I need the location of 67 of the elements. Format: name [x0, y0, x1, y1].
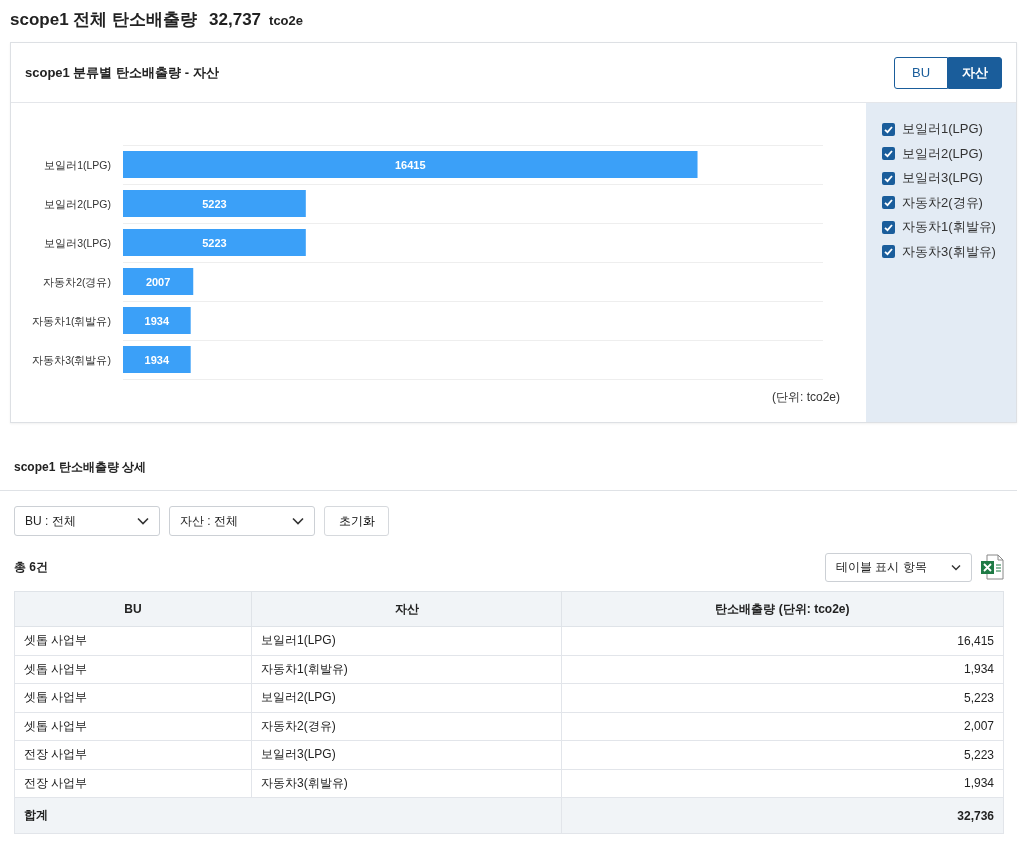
category-label: 자동차3(휘발유) [32, 353, 111, 366]
chart-title: scope1 분류별 탄소배출량 - 자산 [25, 63, 219, 82]
table-cell: 보일러2(LPG) [251, 683, 562, 712]
bar-value-label: 5223 [202, 197, 227, 210]
table-cell: 자동차3(휘발유) [251, 769, 562, 798]
unit-note: (단위: tco2e) [772, 389, 840, 406]
column-header: 탄소배출량 (단위: tco2e) [561, 591, 1004, 627]
table-cell: 16,415 [561, 626, 1004, 655]
bar-value-label: 5223 [202, 236, 227, 249]
table-cell: 5,223 [561, 740, 1004, 769]
bar-value-label: 1934 [144, 314, 170, 327]
bar-value-label: 2007 [145, 275, 171, 288]
table-cell: 보일러3(LPG) [251, 740, 562, 769]
column-header: BU [14, 591, 252, 627]
page-title: scope1 전체 탄소배출량 [10, 9, 198, 31]
table-cell: 셋톱 사업부 [14, 626, 252, 655]
legend-label[interactable]: 보일러2(LPG) [902, 144, 983, 163]
total-label: 합계 [14, 797, 562, 834]
checkbox[interactable] [882, 245, 895, 259]
result-count: 총 6건 [14, 558, 48, 576]
category-label: 보일러3(LPG) [44, 236, 111, 249]
category-label: 보일러1(LPG) [44, 158, 111, 171]
table-cell: 5,223 [561, 683, 1004, 712]
checkbox[interactable] [882, 196, 895, 210]
section-title: scope1 탄소배출량 상세 [0, 423, 1017, 491]
filter-dropdown[interactable]: BU : 전체 [14, 506, 160, 536]
bar-value-label: 16415 [394, 158, 426, 171]
category-label: 자동차1(휘발유) [32, 314, 111, 327]
toggle-button[interactable]: BU [894, 56, 948, 89]
table-cell: 셋톱 사업부 [14, 712, 252, 741]
legend-label[interactable]: 자동차3(휘발유) [902, 242, 996, 261]
filter-dropdown[interactable]: 자산 : 전체 [169, 506, 315, 536]
bar-value-label: 1934 [144, 353, 170, 366]
reset-button[interactable]: 초기화 [324, 506, 389, 536]
legend-label[interactable]: 자동차2(경유) [902, 193, 983, 212]
category-label: 자동차2(경유) [43, 275, 111, 288]
table-cell: 1,934 [561, 655, 1004, 684]
table-cell: 셋톱 사업부 [14, 655, 252, 684]
table-cell: 자동차2(경유) [251, 712, 562, 741]
chevron-down-icon [292, 517, 304, 525]
category-label: 보일러2(LPG) [44, 197, 111, 210]
column-header: 자산 [251, 591, 562, 627]
legend-label[interactable]: 보일러3(LPG) [902, 169, 983, 188]
chevron-down-icon [951, 563, 961, 571]
total-cell: 32,736 [561, 797, 1004, 834]
total-unit: tco2e [269, 13, 303, 28]
table-cell: 2,007 [561, 712, 1004, 741]
bar [123, 307, 191, 334]
legend-label[interactable]: 보일러1(LPG) [902, 120, 983, 139]
bar [123, 268, 194, 295]
checkbox[interactable] [882, 171, 895, 185]
table-cell: 자동차1(휘발유) [251, 655, 562, 684]
table-cell: 전장 사업부 [14, 769, 252, 798]
table-cell: 1,934 [561, 769, 1004, 798]
table-cell: 전장 사업부 [14, 740, 252, 769]
total-value: 32,737 [209, 10, 262, 30]
checkbox[interactable] [882, 147, 895, 161]
table-cell: 보일러1(LPG) [251, 626, 562, 655]
table-cell: 셋톱 사업부 [14, 683, 252, 712]
excel-download-icon[interactable] [980, 554, 1004, 580]
bar [123, 346, 191, 373]
toggle-button[interactable]: 자산 [948, 56, 1002, 89]
checkbox[interactable] [882, 122, 895, 136]
column-select-dropdown[interactable]: 테이블 표시 항목 [825, 552, 972, 582]
checkbox[interactable] [882, 220, 895, 234]
chevron-down-icon [137, 517, 149, 525]
legend-label[interactable]: 자동차1(휘발유) [902, 218, 996, 237]
